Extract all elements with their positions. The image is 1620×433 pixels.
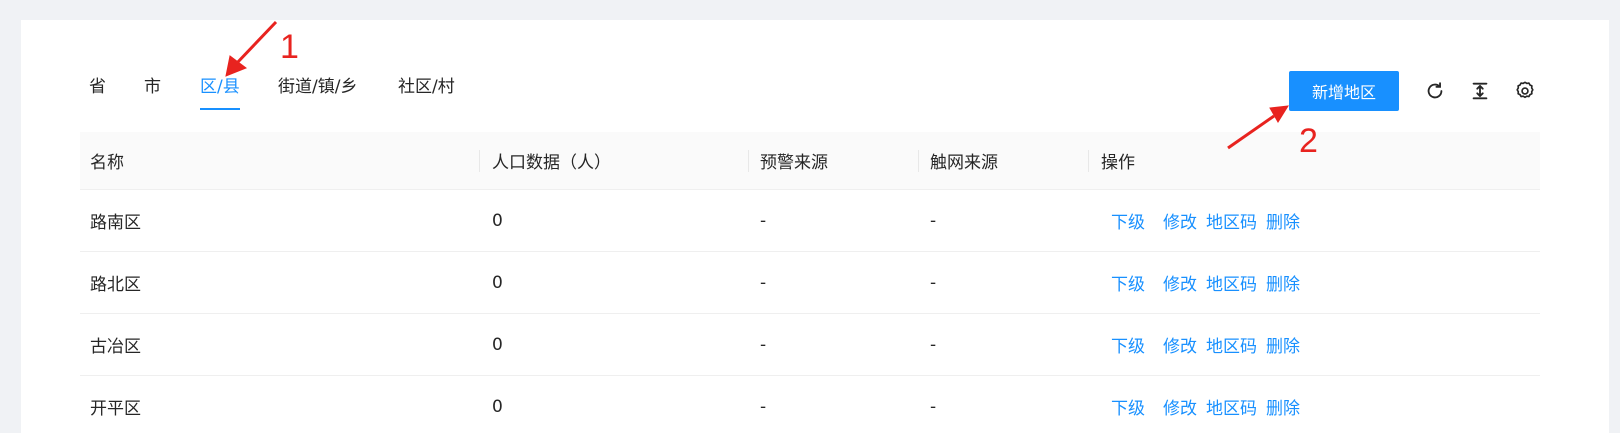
column-divider bbox=[918, 150, 919, 172]
edit-link[interactable]: 修改 bbox=[1163, 394, 1197, 419]
sub-level-link[interactable]: 下级 bbox=[1111, 208, 1145, 233]
annotation-label-1: 1 bbox=[280, 28, 299, 66]
cell-net-source: - bbox=[930, 334, 937, 355]
table-row: 古冶区 0 - - 下级 修改 地区码 删除 bbox=[80, 314, 1540, 376]
column-divider bbox=[748, 150, 749, 172]
cell-name: 古冶区 bbox=[90, 337, 141, 357]
table-row: 开平区 0 - - 下级 修改 地区码 删除 bbox=[80, 376, 1540, 433]
sub-level-link[interactable]: 下级 bbox=[1111, 394, 1145, 419]
region-table: 名称 人口数据（人） 预警来源 触网来源 操作 路南区 0 - - 下级 修改 … bbox=[80, 132, 1540, 433]
add-region-button[interactable]: 新增地区 bbox=[1289, 71, 1399, 111]
cell-population: 0 bbox=[492, 334, 503, 355]
cell-net-source: - bbox=[930, 272, 937, 293]
cell-warning-source: - bbox=[760, 334, 767, 355]
tab-city[interactable]: 市 bbox=[144, 72, 161, 97]
row-actions: 下级 修改 地区码 删除 bbox=[1111, 376, 1300, 433]
cell-warning-source: - bbox=[760, 210, 767, 231]
cell-name: 开平区 bbox=[90, 399, 141, 419]
tab-community[interactable]: 社区/村 bbox=[398, 72, 455, 97]
edit-link[interactable]: 修改 bbox=[1163, 208, 1197, 233]
region-code-link[interactable]: 地区码 bbox=[1206, 394, 1257, 419]
region-code-link[interactable]: 地区码 bbox=[1206, 332, 1257, 357]
column-header-population: 人口数据（人） bbox=[492, 153, 611, 173]
column-divider bbox=[479, 150, 480, 172]
delete-link[interactable]: 删除 bbox=[1266, 332, 1300, 357]
cell-name: 路南区 bbox=[90, 213, 141, 233]
table-row: 路南区 0 - - 下级 修改 地区码 删除 bbox=[80, 190, 1540, 252]
cell-warning-source: - bbox=[760, 272, 767, 293]
edit-link[interactable]: 修改 bbox=[1163, 270, 1197, 295]
column-header-actions: 操作 bbox=[1101, 153, 1135, 173]
row-actions: 下级 修改 地区码 删除 bbox=[1111, 190, 1300, 251]
tab-street[interactable]: 街道/镇/乡 bbox=[278, 72, 357, 97]
column-header-warning-source: 预警来源 bbox=[760, 153, 828, 173]
column-header-net-source: 触网来源 bbox=[930, 153, 998, 173]
sub-level-link[interactable]: 下级 bbox=[1111, 332, 1145, 357]
row-actions: 下级 修改 地区码 删除 bbox=[1111, 314, 1300, 375]
edit-link[interactable]: 修改 bbox=[1163, 332, 1197, 357]
delete-link[interactable]: 删除 bbox=[1266, 394, 1300, 419]
annotation-label-2: 2 bbox=[1299, 122, 1318, 160]
cell-net-source: - bbox=[930, 210, 937, 231]
delete-link[interactable]: 删除 bbox=[1266, 208, 1300, 233]
sub-level-link[interactable]: 下级 bbox=[1111, 270, 1145, 295]
column-header-name: 名称 bbox=[90, 153, 124, 173]
tab-district[interactable]: 区/县 bbox=[200, 72, 240, 97]
table-row: 路北区 0 - - 下级 修改 地区码 删除 bbox=[80, 252, 1540, 314]
column-divider bbox=[1088, 150, 1089, 172]
region-code-link[interactable]: 地区码 bbox=[1206, 270, 1257, 295]
tab-province[interactable]: 省 bbox=[89, 72, 106, 97]
region-code-link[interactable]: 地区码 bbox=[1206, 208, 1257, 233]
row-actions: 下级 修改 地区码 删除 bbox=[1111, 252, 1300, 313]
cell-net-source: - bbox=[930, 396, 937, 417]
cell-population: 0 bbox=[492, 272, 503, 293]
table-header: 名称 人口数据（人） 预警来源 触网来源 操作 bbox=[80, 132, 1540, 190]
cell-population: 0 bbox=[492, 210, 503, 231]
column-height-icon[interactable] bbox=[1469, 80, 1491, 102]
gear-icon[interactable] bbox=[1514, 80, 1536, 102]
delete-link[interactable]: 删除 bbox=[1266, 270, 1300, 295]
cell-warning-source: - bbox=[760, 396, 767, 417]
refresh-icon[interactable] bbox=[1424, 80, 1446, 102]
cell-name: 路北区 bbox=[90, 275, 141, 295]
cell-population: 0 bbox=[492, 396, 503, 417]
active-tab-indicator bbox=[200, 108, 240, 110]
